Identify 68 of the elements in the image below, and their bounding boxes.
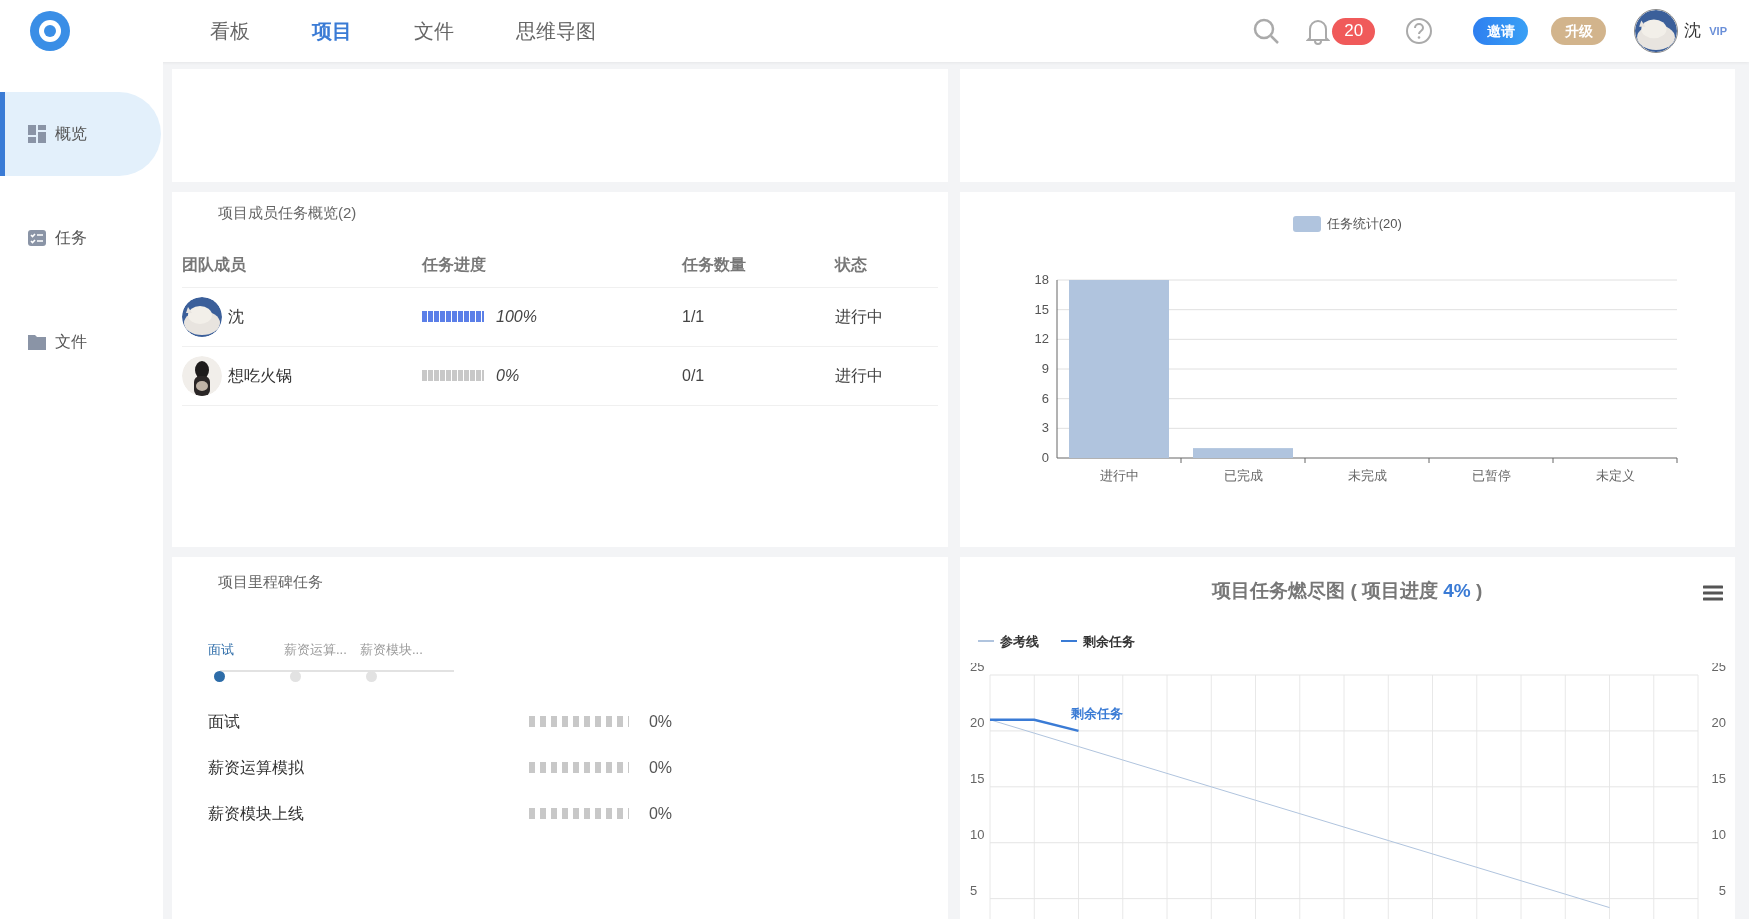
step-label: 面试 (208, 640, 234, 659)
axis-label: 15 (1711, 770, 1726, 786)
legend-label: 任务统计(20) (1326, 215, 1402, 233)
search-icon[interactable] (1252, 17, 1281, 45)
bell-icon[interactable] (1306, 17, 1331, 45)
progress-value: 0% (648, 803, 672, 824)
menu-icon[interactable] (1703, 585, 1723, 601)
notification-badge: 20 (1332, 17, 1376, 45)
axis-label: 5 (1718, 882, 1726, 898)
milestone-name: 薪资模块上线 (208, 803, 305, 824)
card-title: 项目里程碑任务 (217, 572, 324, 592)
axis-label: 20 (969, 714, 984, 730)
axis-label: 未定义 (1595, 467, 1635, 483)
axis-label: 未完成 (1347, 467, 1387, 483)
member-name: 想吃火锅 (228, 365, 292, 386)
step-label: 薪资模块... (360, 640, 423, 659)
nav-tab[interactable]: 文件 (414, 16, 454, 46)
axis-label: 已暂停 (1471, 467, 1511, 483)
progress-value: 100% (496, 306, 537, 327)
axis-label: 15 (1034, 301, 1050, 317)
help-icon[interactable] (1405, 17, 1434, 45)
axis-label: 15 (969, 770, 984, 786)
axis-label: 20 (1711, 714, 1726, 730)
axis-label: 已完成 (1223, 467, 1263, 483)
nav-tab[interactable]: 看板 (210, 16, 250, 46)
column-header: 状态 (835, 252, 938, 288)
table-cell-text: 0/1 (682, 365, 705, 386)
progress-value: 0% (496, 365, 520, 386)
status-text: 进行中 (835, 306, 883, 327)
status-text: 进行中 (835, 365, 883, 386)
member-name: 沈 (228, 306, 244, 327)
chart-title: 项目任务燃尽图 ( 项目进度 4% ) (1212, 579, 1483, 603)
logo-icon (28, 9, 72, 53)
axis-label: 3 (1042, 419, 1050, 435)
column-header: 任务进度 (422, 252, 682, 288)
milestone-name: 薪资运算模拟 (208, 757, 305, 778)
legend-swatch (977, 640, 994, 643)
progress-value: 0% (648, 711, 672, 732)
card-title: 项目成员任务概览(2) (217, 203, 358, 223)
legend-swatch (1060, 640, 1077, 643)
axis-label: 10 (1711, 826, 1726, 842)
nav-tab[interactable]: 项目 (312, 16, 352, 46)
step-label: 薪资运算... (284, 640, 347, 659)
legend-swatch (1292, 215, 1321, 232)
axis-label: 10 (969, 826, 984, 842)
axis-label: 5 (969, 882, 977, 898)
table-cell-text: 1/1 (682, 306, 705, 327)
vip-label: VIP (1709, 23, 1727, 39)
axis-label: 18 (1034, 271, 1050, 287)
column-header: 团队成员 (182, 252, 422, 288)
progress-value: 0% (648, 757, 672, 778)
axis-label: 6 (1042, 390, 1050, 406)
column-header: 任务数量 (682, 252, 835, 288)
line-label: 剩余任务 (1070, 705, 1122, 721)
checklist-icon (27, 228, 47, 248)
axis-label: 9 (1042, 360, 1050, 376)
user-name: 沈 (1684, 20, 1702, 43)
axis-label: 0 (1042, 449, 1050, 465)
legend-label: 参考线 (999, 632, 1039, 651)
axis-label: 进行中 (1099, 467, 1139, 483)
folder-icon (27, 333, 47, 351)
dashboard-icon (27, 124, 47, 144)
legend-label: 剩余任务 (1082, 632, 1135, 651)
axis-label: 12 (1034, 330, 1050, 346)
sidebar-item[interactable]: 概览 (0, 92, 161, 176)
invite-button[interactable]: 邀请 (1473, 17, 1529, 45)
milestone-name: 面试 (208, 711, 241, 732)
nav-tab[interactable]: 思维导图 (516, 16, 596, 46)
